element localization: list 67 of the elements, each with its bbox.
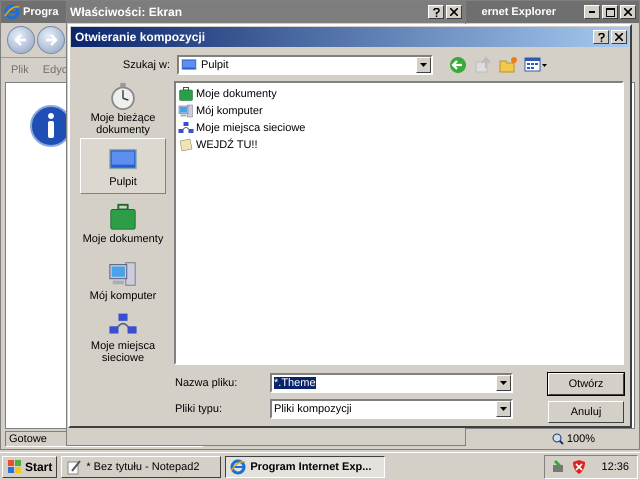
dialog-title: Otwieranie kompozycji	[75, 30, 206, 44]
places-item[interactable]: Pulpit	[80, 138, 166, 194]
help-button[interactable]	[593, 30, 609, 44]
briefcase-icon	[108, 202, 138, 232]
cancel-button[interactable]: Anuluj	[548, 401, 624, 423]
file-item[interactable]: Moje dokumenty	[178, 85, 620, 102]
clock: 12:36	[601, 460, 629, 472]
grid-view-icon	[524, 57, 548, 73]
dropdown-button[interactable]	[496, 401, 511, 417]
open-button[interactable]: Otwórz	[548, 373, 624, 395]
window-title: Progra	[23, 6, 58, 18]
question-mark-icon	[598, 32, 604, 42]
dropdown-button[interactable]	[416, 57, 431, 73]
caret-icon	[500, 407, 507, 411]
file-name-field[interactable]: *.Theme	[270, 373, 513, 393]
caret-icon	[500, 381, 507, 385]
question-mark-icon	[432, 8, 440, 16]
places-item[interactable]: Moje dokumenty	[80, 195, 166, 251]
folder-icon	[499, 56, 517, 74]
stopwatch-icon	[108, 82, 138, 111]
back-button[interactable]	[447, 54, 469, 76]
pencil-icon	[66, 458, 82, 474]
computer-icon	[178, 102, 194, 118]
magnifier-icon	[552, 433, 564, 445]
maximize-icon	[606, 8, 614, 16]
file-name-label: Nazwa pliku:	[175, 377, 238, 389]
shield-icon[interactable]	[571, 458, 588, 474]
close-icon	[615, 33, 623, 41]
window-title: ernet Explorer	[481, 6, 556, 18]
monitor-icon	[181, 57, 197, 73]
file-item[interactable]: Moje miejsca sieciowe	[178, 119, 620, 136]
close-button[interactable]	[611, 30, 627, 44]
close-icon	[450, 8, 458, 16]
start-button[interactable]: Start	[2, 456, 58, 478]
arrow-right-icon	[44, 33, 58, 47]
dropdown-button[interactable]	[496, 375, 511, 391]
arrow-left-icon	[14, 33, 28, 47]
zoom-level[interactable]: 100%	[552, 433, 595, 445]
windows-flag-icon	[7, 460, 22, 473]
close-button[interactable]	[446, 5, 462, 19]
close-button[interactable]	[620, 5, 636, 19]
file-item[interactable]: WEJDŹ TU!!	[178, 136, 620, 153]
taskbar-button[interactable]: * Bez tytułu - Notepad2	[61, 456, 222, 478]
minimize-button[interactable]	[584, 5, 600, 19]
file-type-label: Pliki typu:	[175, 403, 224, 415]
close-icon	[624, 8, 632, 16]
window-title: Właściwości: Ekran	[70, 5, 182, 19]
look-in-label: Szukaj w:	[122, 59, 170, 71]
network-icon	[178, 120, 194, 136]
briefcase-icon	[178, 86, 194, 102]
up-arrow-icon	[474, 56, 492, 74]
caret-icon	[420, 63, 427, 67]
help-button[interactable]	[428, 5, 444, 19]
scroll-icon	[178, 136, 194, 152]
browser-e-icon	[4, 4, 20, 20]
maximize-button[interactable]	[602, 5, 618, 19]
places-item[interactable]: Moje miejsca sieciowe	[80, 309, 166, 365]
look-in-dropdown[interactable]: Pulpit	[177, 55, 433, 75]
minimize-icon	[589, 11, 595, 13]
file-item[interactable]: Mój komputer	[178, 102, 620, 119]
browser-e-icon	[230, 458, 246, 474]
taskbar-button[interactable]: Program Internet Exp...	[225, 456, 386, 478]
file-type-dropdown[interactable]: Pliki kompozycji	[270, 399, 513, 419]
back-button[interactable]	[7, 26, 35, 54]
places-item[interactable]: Mój komputer	[80, 252, 166, 308]
forward-button[interactable]	[37, 26, 65, 54]
places-item[interactable]: Moje bieżące dokumenty	[80, 81, 166, 137]
